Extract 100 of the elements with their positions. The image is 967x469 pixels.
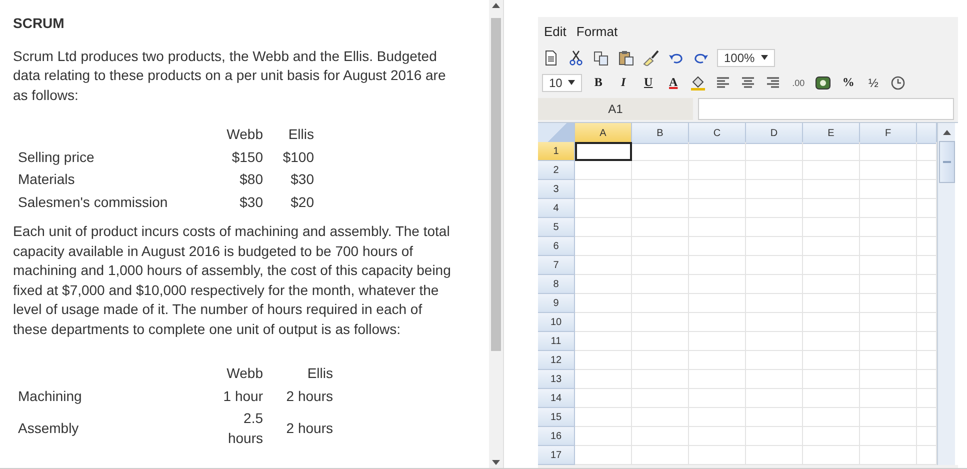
paste-icon[interactable] bbox=[617, 48, 635, 66]
row-header[interactable]: 12 bbox=[538, 351, 575, 370]
grid-cell[interactable] bbox=[860, 218, 917, 237]
grid-cell[interactable] bbox=[575, 351, 632, 370]
row-header[interactable]: 9 bbox=[538, 294, 575, 313]
grid-cell[interactable] bbox=[746, 180, 803, 199]
grid-cell[interactable] bbox=[575, 161, 632, 180]
copy-icon[interactable] bbox=[592, 48, 610, 66]
grid-cell[interactable] bbox=[689, 256, 746, 275]
zoom-dropdown[interactable]: 100% bbox=[717, 48, 775, 66]
grid-cell[interactable] bbox=[632, 446, 689, 465]
row-header[interactable]: 11 bbox=[538, 332, 575, 351]
grid-cell[interactable] bbox=[917, 332, 937, 351]
grid-cell[interactable] bbox=[917, 427, 937, 446]
grid-cell[interactable] bbox=[917, 313, 937, 332]
grid-cell[interactable] bbox=[746, 294, 803, 313]
grid-cell[interactable] bbox=[746, 351, 803, 370]
grid-cell[interactable] bbox=[575, 370, 632, 389]
grid-cell[interactable] bbox=[575, 256, 632, 275]
paint-bucket-icon[interactable] bbox=[689, 74, 708, 92]
column-header[interactable]: B bbox=[632, 123, 689, 144]
grid-cell[interactable] bbox=[803, 313, 860, 332]
grid-cell[interactable] bbox=[803, 218, 860, 237]
fraction-button[interactable]: ½ bbox=[864, 74, 882, 92]
scroll-up-icon[interactable] bbox=[942, 129, 950, 135]
grid-cell[interactable] bbox=[803, 237, 860, 256]
grid-cell[interactable] bbox=[632, 351, 689, 370]
grid-cell[interactable] bbox=[746, 256, 803, 275]
grid-cell[interactable] bbox=[917, 294, 937, 313]
scroll-up-icon[interactable] bbox=[492, 2, 500, 8]
row-header[interactable]: 7 bbox=[538, 256, 575, 275]
row-header[interactable]: 5 bbox=[538, 218, 575, 237]
grid-cell[interactable] bbox=[917, 408, 937, 427]
grid-cell[interactable] bbox=[917, 389, 937, 408]
selected-cell[interactable] bbox=[575, 142, 632, 161]
grid-cell[interactable] bbox=[860, 389, 917, 408]
grid-cell[interactable] bbox=[917, 237, 937, 256]
grid-cell[interactable] bbox=[689, 218, 746, 237]
grid-cell[interactable] bbox=[575, 408, 632, 427]
percent-button[interactable]: % bbox=[839, 74, 858, 92]
grid-cell[interactable] bbox=[632, 370, 689, 389]
grid-cell[interactable] bbox=[917, 370, 937, 389]
row-header[interactable]: 6 bbox=[538, 237, 575, 256]
cell-name-box[interactable]: A1 bbox=[538, 98, 693, 120]
grid-cell[interactable] bbox=[860, 199, 917, 218]
grid-cell[interactable] bbox=[689, 332, 746, 351]
grid-cell[interactable] bbox=[575, 237, 632, 256]
grid-cell[interactable] bbox=[860, 313, 917, 332]
grid-cell[interactable] bbox=[860, 370, 917, 389]
grid-cell[interactable] bbox=[917, 256, 937, 275]
grid-cell[interactable] bbox=[803, 256, 860, 275]
grid-cell[interactable] bbox=[575, 218, 632, 237]
row-header[interactable]: 14 bbox=[538, 389, 575, 408]
grid-cell[interactable] bbox=[575, 180, 632, 199]
grid-cell[interactable] bbox=[746, 389, 803, 408]
grid-cell[interactable] bbox=[632, 332, 689, 351]
grid-cell[interactable] bbox=[632, 427, 689, 446]
grid-cell[interactable] bbox=[860, 332, 917, 351]
grid-cell[interactable] bbox=[917, 218, 937, 237]
grid-cell[interactable] bbox=[917, 351, 937, 370]
column-header[interactable] bbox=[917, 123, 937, 144]
menu-item[interactable]: Format bbox=[576, 24, 618, 38]
grid-cell[interactable] bbox=[575, 199, 632, 218]
grid-cell[interactable] bbox=[575, 332, 632, 351]
grid-cell[interactable] bbox=[803, 161, 860, 180]
grid-cell[interactable] bbox=[860, 408, 917, 427]
scrollbar[interactable] bbox=[489, 0, 503, 468]
grid-cell[interactable] bbox=[746, 446, 803, 465]
grid-cell[interactable] bbox=[575, 389, 632, 408]
grid-cell[interactable] bbox=[689, 351, 746, 370]
bold-button[interactable]: B bbox=[589, 74, 608, 92]
grid-cell[interactable] bbox=[689, 389, 746, 408]
grid-cell[interactable] bbox=[689, 161, 746, 180]
row-header[interactable]: 15 bbox=[538, 408, 575, 427]
grid-cell[interactable] bbox=[632, 161, 689, 180]
grid-cell[interactable] bbox=[689, 313, 746, 332]
grid-cell[interactable] bbox=[803, 275, 860, 294]
grid-cell[interactable] bbox=[860, 294, 917, 313]
underline-button[interactable]: U bbox=[639, 74, 658, 92]
grid-cell[interactable] bbox=[632, 180, 689, 199]
grid-cell[interactable] bbox=[575, 275, 632, 294]
grid-cell[interactable] bbox=[917, 199, 937, 218]
grid-cell[interactable] bbox=[746, 370, 803, 389]
grid-cell[interactable] bbox=[860, 446, 917, 465]
grid-cell[interactable] bbox=[689, 237, 746, 256]
grid-cell[interactable] bbox=[917, 180, 937, 199]
grid-cell[interactable] bbox=[632, 275, 689, 294]
grid-cell[interactable] bbox=[632, 237, 689, 256]
scroll-down-icon[interactable] bbox=[492, 460, 500, 466]
grid-cell[interactable] bbox=[632, 408, 689, 427]
grid-cell[interactable] bbox=[632, 256, 689, 275]
scissors-icon[interactable] bbox=[567, 48, 585, 66]
clock-icon[interactable] bbox=[889, 74, 908, 92]
column-header[interactable]: E bbox=[803, 123, 860, 144]
grid-cell[interactable] bbox=[746, 161, 803, 180]
row-header[interactable]: 13 bbox=[538, 370, 575, 389]
grid-cell[interactable] bbox=[803, 180, 860, 199]
row-header[interactable]: 3 bbox=[538, 180, 575, 199]
grid-cell[interactable] bbox=[860, 142, 917, 161]
grid-cell[interactable] bbox=[689, 446, 746, 465]
